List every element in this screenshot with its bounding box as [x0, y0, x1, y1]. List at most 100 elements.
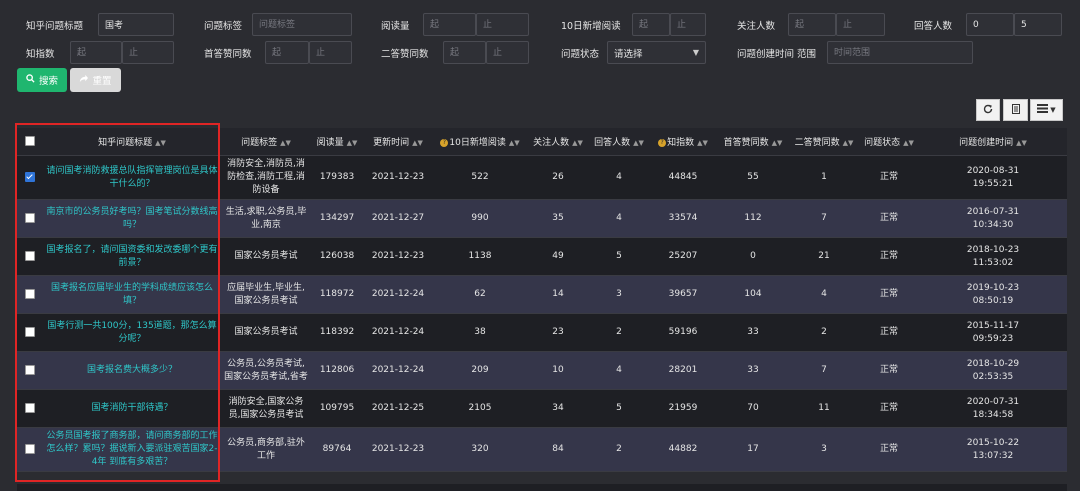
- second-likes-filter-label: 二答赞同数: [381, 49, 429, 60]
- title-filter-input[interactable]: [98, 13, 174, 36]
- new-reads-to-input[interactable]: [670, 13, 706, 36]
- row-select-cell: [17, 155, 43, 200]
- cell-zhi: 59196: [649, 313, 717, 352]
- zhi-index-from-input[interactable]: [70, 41, 122, 64]
- refresh-button[interactable]: [976, 99, 1000, 121]
- created-time: 10:34:30: [972, 219, 1014, 230]
- cell-answers: 2: [589, 427, 649, 472]
- search-button[interactable]: 搜索: [17, 68, 67, 92]
- header-answers[interactable]: 回答人数 ▲▼: [589, 128, 649, 156]
- caret-down-icon: ▼: [1050, 106, 1056, 114]
- header-first-likes[interactable]: 首答赞同数 ▲▼: [717, 128, 789, 156]
- table-row: 国考报名费大概多少？ 公务员,公务员考试,国家公务员考试,省考 112806 2021…: [17, 351, 1067, 390]
- sort-icon: ▲▼: [508, 139, 520, 147]
- question-title-link[interactable]: 国考消防干部待遇？: [91, 403, 172, 413]
- created-filter-label: 问题创建时间 范围: [737, 49, 817, 60]
- question-title-link[interactable]: 请问国考消防救援总队指挥管理岗位是具体干什么的？: [46, 166, 217, 189]
- cell-new-reads: 38: [433, 313, 527, 352]
- reset-button[interactable]: 重置: [70, 68, 121, 92]
- new-reads-from-input[interactable]: [632, 13, 670, 36]
- status-select-value: 请选择: [614, 48, 643, 60]
- row-checkbox[interactable]: [25, 402, 35, 413]
- title-filter-label: 知乎问题标题: [26, 21, 84, 32]
- search-button-label: 搜索: [38, 76, 58, 87]
- header-created[interactable]: 问题创建时间 ▲▼: [919, 128, 1067, 156]
- cell-status: 正常: [859, 313, 919, 352]
- header-new-reads[interactable]: ? 10日新增阅读 ▲▼: [433, 128, 527, 156]
- second-likes-to-input[interactable]: [486, 41, 529, 64]
- followers-from-input[interactable]: [788, 13, 836, 36]
- toggle-view-button[interactable]: [1003, 99, 1028, 121]
- cell-first: 112: [717, 199, 789, 238]
- sort-icon: ▲▼: [903, 139, 914, 147]
- question-title-link[interactable]: 南京市的公务员好考吗？国考笔试分数线高吗？: [46, 207, 217, 230]
- created-time: 19:55:21: [972, 178, 1014, 189]
- sort-icon: ▲▼: [412, 139, 423, 147]
- cell-updated: 2021-12-23: [363, 155, 433, 200]
- tags-filter-label: 问题标签: [204, 21, 243, 32]
- question-title-link[interactable]: 国考报名了，请问国资委和发改委哪个更有前景？: [46, 245, 217, 268]
- row-checkbox[interactable]: [25, 443, 35, 454]
- first-likes-to-input[interactable]: [309, 41, 352, 64]
- created-time: 18:34:58: [972, 409, 1014, 420]
- cell-tags: 应届毕业生,毕业生,国家公务员考试: [221, 275, 311, 314]
- header-updated[interactable]: 更新时间 ▲▼: [363, 128, 433, 156]
- cell-first: 17: [717, 427, 789, 472]
- columns-icon: [1037, 104, 1049, 116]
- question-title-link[interactable]: 国考报名费大概多少？: [87, 365, 177, 375]
- created-date: 2020-08-31: [966, 165, 1020, 176]
- answers-from-input[interactable]: [966, 13, 1014, 36]
- header-tags[interactable]: 问题标签 ▲▼: [221, 128, 311, 156]
- question-title-cell: 国考报名费大概多少？: [43, 351, 221, 390]
- header-second-likes[interactable]: 二答赞同数 ▲▼: [789, 128, 859, 156]
- header-followers[interactable]: 关注人数 ▲▼: [527, 128, 589, 156]
- created-date: 2020-07-31: [966, 396, 1020, 407]
- question-title-link[interactable]: 公务员国考报了商务部，请问商务部的工作怎么样？累吗？据说新入要派驻艰苦国家2-4…: [46, 431, 217, 467]
- row-checkbox[interactable]: [25, 250, 35, 261]
- question-title-link[interactable]: 国考行测一共100分，135道题，那怎么算分呢？: [47, 321, 216, 344]
- row-checkbox[interactable]: [25, 364, 35, 375]
- followers-to-input[interactable]: [836, 13, 885, 36]
- cell-created: 2019-10-23 08:50:19: [919, 275, 1067, 314]
- created-time: 09:59:23: [972, 333, 1014, 344]
- reads-from-input[interactable]: [423, 13, 476, 36]
- cell-answers: 4: [589, 155, 649, 200]
- status-filter-label: 问题状态: [561, 49, 600, 60]
- select-all-checkbox[interactable]: [25, 136, 35, 147]
- row-checkbox[interactable]: [25, 212, 35, 223]
- table-row: 南京市的公务员好考吗？国考笔试分数线高吗？ 生活,求职,公务员,毕业,南京 1342…: [17, 199, 1067, 238]
- created-range-input[interactable]: [827, 41, 973, 64]
- search-icon: [26, 74, 35, 86]
- questions-table: 知乎问题标题 ▲▼ 问题标签 ▲▼ 阅读量 ▲▼ 更新时间 ▲▼ ? 10日新增阅读 ▲▼ …: [17, 128, 1067, 472]
- cell-updated: 2021-12-25: [363, 389, 433, 428]
- zhi-index-to-input[interactable]: [122, 41, 174, 64]
- cell-created: 2020-07-31 18:34:58: [919, 389, 1067, 428]
- new-reads-filter-label: 10日新增阅读: [561, 21, 621, 32]
- header-zhi-index[interactable]: ? 知指数 ▲▼: [649, 128, 717, 156]
- first-likes-from-input[interactable]: [265, 41, 309, 64]
- cell-reads: 134297: [311, 199, 363, 238]
- columns-dropdown-button[interactable]: ▼: [1030, 99, 1063, 121]
- status-select[interactable]: 请选择 ▼: [607, 41, 706, 64]
- cell-tags: 国家公务员考试: [221, 313, 311, 352]
- sort-icon: ▲▼: [633, 139, 644, 147]
- reset-button-label: 重置: [92, 76, 112, 87]
- row-select-cell: [17, 313, 43, 352]
- cell-tags: 消防安全,国家公务员,国家公务员考试: [221, 389, 311, 428]
- list-view-icon: [1011, 103, 1021, 117]
- row-checkbox[interactable]: [25, 171, 35, 182]
- second-likes-from-input[interactable]: [443, 41, 486, 64]
- reads-to-input[interactable]: [476, 13, 529, 36]
- row-checkbox[interactable]: [25, 326, 35, 337]
- question-title-link[interactable]: 国考报名应届毕业生的学科成绩应该怎么填？: [51, 283, 213, 306]
- header-status[interactable]: 问题状态 ▲▼: [859, 128, 919, 156]
- header-title[interactable]: 知乎问题标题 ▲▼: [43, 128, 221, 156]
- question-title-cell: 请问国考消防救援总队指挥管理岗位是具体干什么的？: [43, 155, 221, 200]
- answers-to-input[interactable]: [1014, 13, 1062, 36]
- tags-filter-input[interactable]: [252, 13, 352, 36]
- cell-reads: 118972: [311, 275, 363, 314]
- cell-created: 2015-11-17 09:59:23: [919, 313, 1067, 352]
- cell-zhi: 33574: [649, 199, 717, 238]
- row-checkbox[interactable]: [25, 288, 35, 299]
- header-reads[interactable]: 阅读量 ▲▼: [311, 128, 363, 156]
